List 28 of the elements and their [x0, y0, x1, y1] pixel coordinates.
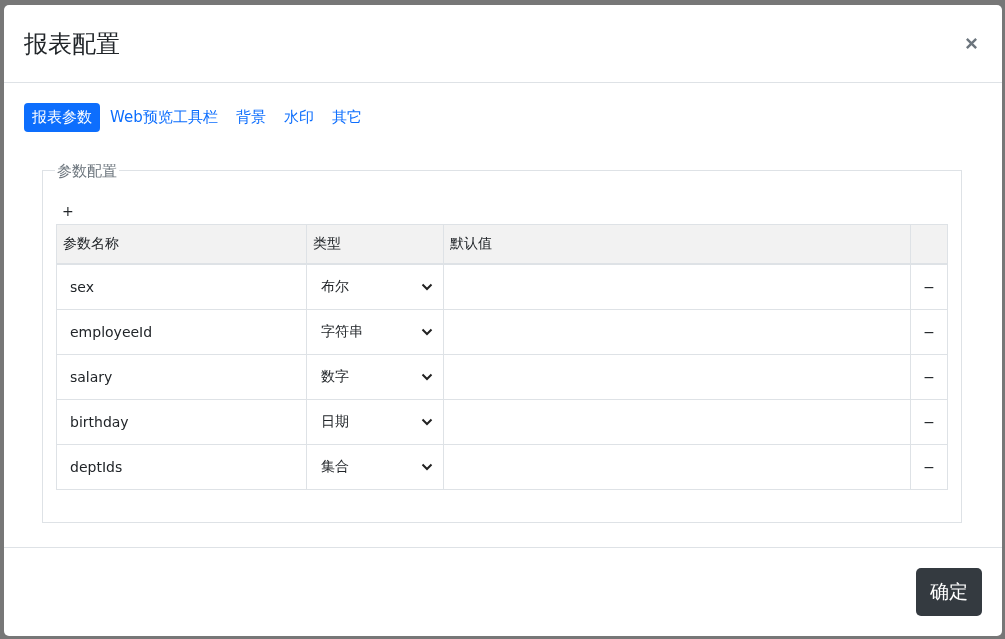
dialog-title: 报表配置 — [24, 28, 120, 60]
remove-link[interactable]: − — [923, 369, 935, 385]
table-cell: salary — [56, 354, 307, 400]
tab[interactable]: Web预览工具栏 — [102, 103, 226, 132]
chevron-down-icon — [421, 373, 433, 381]
chevron-down-icon — [421, 418, 433, 426]
table-cell: employeeId — [56, 309, 307, 355]
tab[interactable]: 其它 — [323, 103, 370, 132]
tab[interactable]: 报表参数 — [24, 103, 100, 132]
chevron-down-icon — [421, 463, 433, 471]
confirm-button[interactable]: 确定 — [916, 568, 982, 616]
remove-link[interactable]: − — [923, 324, 935, 340]
add-link[interactable]: + — [62, 202, 74, 220]
remove-link[interactable]: − — [923, 414, 935, 430]
fieldset-legend: 参数配置 — [55, 162, 119, 181]
remove-link[interactable]: − — [923, 459, 935, 475]
column-header: 默认值 — [443, 224, 911, 264]
chevron-down-icon — [421, 283, 433, 291]
tab[interactable]: 背景 — [227, 103, 274, 132]
tab[interactable]: 水印 — [275, 103, 322, 132]
table-cell: sex — [56, 264, 307, 310]
remove-link[interactable]: − — [923, 279, 935, 295]
table-cell: birthday — [56, 399, 307, 445]
table-cell: deptIds — [56, 444, 307, 490]
close-icon[interactable] — [965, 37, 978, 50]
column-header: 参数名称 — [56, 224, 307, 264]
chevron-down-icon — [421, 328, 433, 336]
column-header: 类型 — [306, 224, 444, 264]
